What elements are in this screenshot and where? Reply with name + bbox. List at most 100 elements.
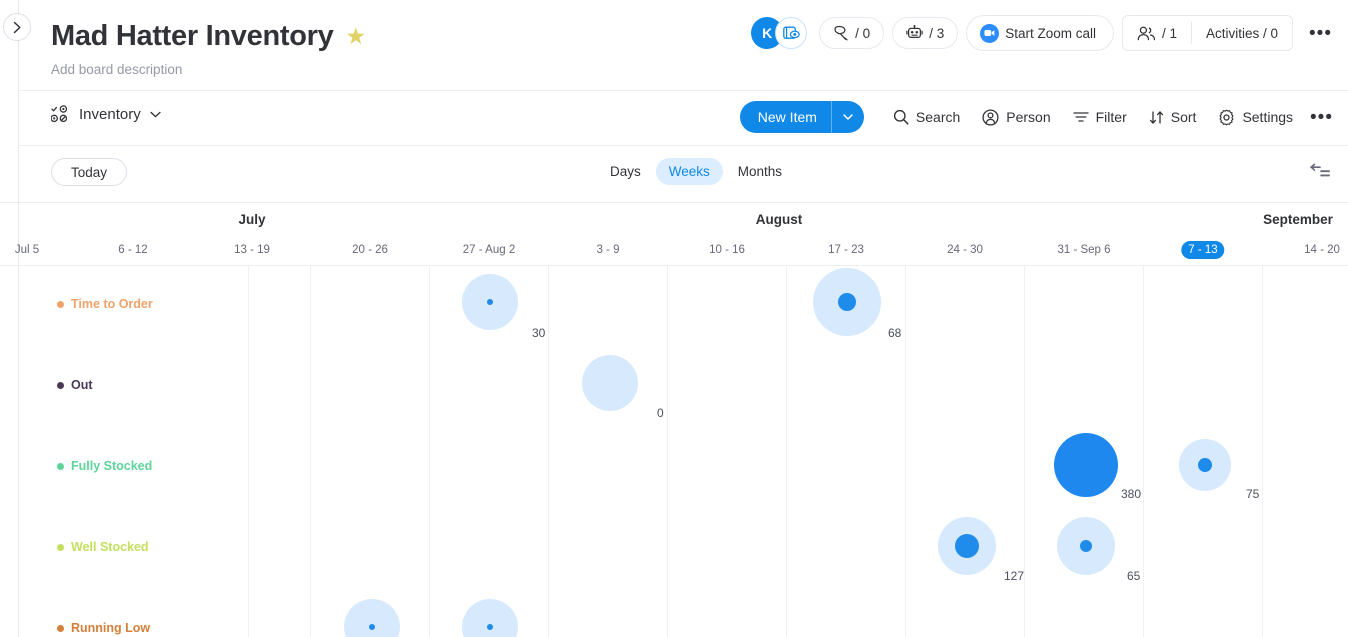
- status-dot: [57, 462, 64, 470]
- header-more-button[interactable]: •••: [1303, 24, 1338, 43]
- collapse-left-icon[interactable]: [1308, 159, 1332, 183]
- status-dot: [57, 381, 64, 389]
- time-unit-months[interactable]: Months: [725, 158, 795, 185]
- chart-bubble-value: 380: [1121, 487, 1142, 501]
- gear-icon: [1219, 109, 1234, 125]
- settings-button[interactable]: Settings: [1207, 102, 1304, 132]
- status-dot: [57, 543, 64, 551]
- chart-bubble-core: [955, 534, 979, 558]
- gridline: [786, 266, 787, 637]
- search-label: Search: [915, 109, 961, 125]
- avatar-group: K: [751, 17, 809, 49]
- chart-bubble[interactable]: [462, 274, 518, 330]
- filter-button[interactable]: Filter: [1062, 102, 1138, 132]
- start-zoom-call-label: Start Zoom call: [1005, 25, 1096, 41]
- week-row: Jul 5 6 - 12 13 - 19 20 - 26 27 - Aug 2 3 - 9…: [0, 237, 1348, 266]
- toolbar-actions: New Item Search Person Filter Sort Setti…: [739, 101, 1339, 133]
- week-label[interactable]: 31 - Sep 6: [1050, 241, 1117, 259]
- chart-bubble[interactable]: [344, 599, 400, 637]
- time-unit-weeks[interactable]: Weeks: [655, 158, 723, 185]
- month-row: July August September: [0, 203, 1348, 237]
- month-label: July: [238, 212, 266, 227]
- settings-label: Settings: [1242, 109, 1294, 125]
- gridline: [310, 266, 311, 637]
- board-members-button[interactable]: / 1: [1123, 16, 1191, 50]
- week-label[interactable]: 24 - 30: [940, 241, 990, 259]
- expand-sidebar-button[interactable]: [3, 13, 31, 41]
- toolbar-more-button[interactable]: •••: [1304, 108, 1339, 127]
- chart-bubble-value: 0: [657, 406, 664, 420]
- row-label[interactable]: Running Low: [57, 621, 150, 635]
- robot-icon: [906, 25, 923, 39]
- row-label-text: Fully Stocked: [71, 459, 153, 473]
- week-label[interactable]: 13 - 19: [227, 241, 277, 259]
- week-label[interactable]: 27 - Aug 2: [456, 241, 522, 259]
- week-label[interactable]: 20 - 26: [345, 241, 395, 259]
- week-label[interactable]: 3 - 9: [589, 241, 626, 259]
- chart-bubble[interactable]: [1057, 517, 1115, 575]
- person-icon: [982, 108, 999, 126]
- week-label[interactable]: 14 - 20: [1297, 241, 1347, 259]
- chart-bubble-core: [1198, 458, 1212, 472]
- sort-icon: [1149, 110, 1163, 124]
- gridline: [248, 266, 249, 637]
- timeline-chart-body[interactable]: Time to Order Out Fully Stocked Well Stocke…: [0, 265, 1348, 637]
- gridline: [548, 266, 549, 637]
- updates-count: / 0: [855, 25, 871, 41]
- chart-bubble[interactable]: [1054, 433, 1118, 497]
- board-switcher[interactable]: Inventory: [51, 105, 161, 123]
- row-label-text: Out: [71, 378, 93, 392]
- time-unit-selector: Days Weeks Months: [597, 158, 795, 185]
- chart-bubble[interactable]: [462, 599, 518, 637]
- board-name-label: Inventory: [79, 105, 141, 123]
- time-unit-days[interactable]: Days: [597, 158, 654, 185]
- zoom-video-icon: [980, 23, 1000, 43]
- activities-button[interactable]: Activities / 0: [1192, 16, 1292, 50]
- filter-icon: [1072, 112, 1089, 122]
- row-label[interactable]: Well Stocked: [57, 540, 149, 554]
- gridline: [1024, 266, 1025, 637]
- chart-bubble-core: [369, 624, 375, 630]
- week-label-current[interactable]: 7 - 13: [1181, 241, 1225, 259]
- board-description[interactable]: Add board description: [51, 62, 182, 77]
- members-activities-group: / 1 Activities / 0: [1121, 15, 1294, 51]
- status-dot: [57, 624, 64, 632]
- chart-bubble[interactable]: [582, 355, 638, 411]
- row-label[interactable]: Time to Order: [57, 297, 153, 311]
- week-label[interactable]: 17 - 23: [821, 241, 871, 259]
- search-button[interactable]: Search: [882, 102, 971, 132]
- automations-button[interactable]: / 3: [892, 17, 959, 49]
- sort-button[interactable]: Sort: [1138, 102, 1208, 132]
- person-button[interactable]: Person: [971, 102, 1061, 132]
- timeline-controls: Today Days Weeks Months: [18, 145, 1348, 202]
- month-label: September: [1263, 212, 1333, 227]
- week-label[interactable]: 10 - 16: [702, 241, 752, 259]
- page-title[interactable]: Mad Hatter Inventory: [51, 18, 334, 54]
- week-label[interactable]: 6 - 12: [111, 241, 154, 259]
- board-toolbar: Inventory New Item Search Person Filter …: [18, 90, 1348, 145]
- row-label[interactable]: Out: [57, 378, 93, 392]
- chart-bubble-core: [487, 624, 493, 630]
- chart-bubble[interactable]: [813, 268, 881, 336]
- board-views-icon[interactable]: [775, 17, 808, 49]
- status-dot: [57, 300, 64, 308]
- collapse-left-arrow-icon: [1310, 163, 1330, 177]
- automations-count: / 3: [929, 25, 945, 41]
- row-label[interactable]: Fully Stocked: [57, 459, 152, 473]
- chart-bubble-core: [838, 293, 856, 311]
- week-label[interactable]: Jul 5: [8, 241, 46, 259]
- chart-bubble-value: 65: [1127, 569, 1141, 583]
- updates-button[interactable]: / 0: [819, 17, 885, 49]
- chart-bubble[interactable]: [1179, 439, 1231, 491]
- timeline-date-header: July August September Jul 5 6 - 12 13 - 19 20…: [0, 202, 1348, 265]
- start-zoom-call-button[interactable]: Start Zoom call: [966, 15, 1114, 51]
- gridline: [1262, 266, 1263, 637]
- chevron-down-icon: [150, 111, 161, 117]
- gridline: [1143, 266, 1144, 637]
- new-item-button[interactable]: New Item: [739, 101, 864, 133]
- star-icon[interactable]: ★: [345, 24, 366, 48]
- chart-bubble[interactable]: [938, 517, 996, 575]
- row-label-text: Well Stocked: [71, 540, 149, 554]
- today-button[interactable]: Today: [51, 158, 128, 186]
- new-item-dropdown[interactable]: [830, 101, 864, 133]
